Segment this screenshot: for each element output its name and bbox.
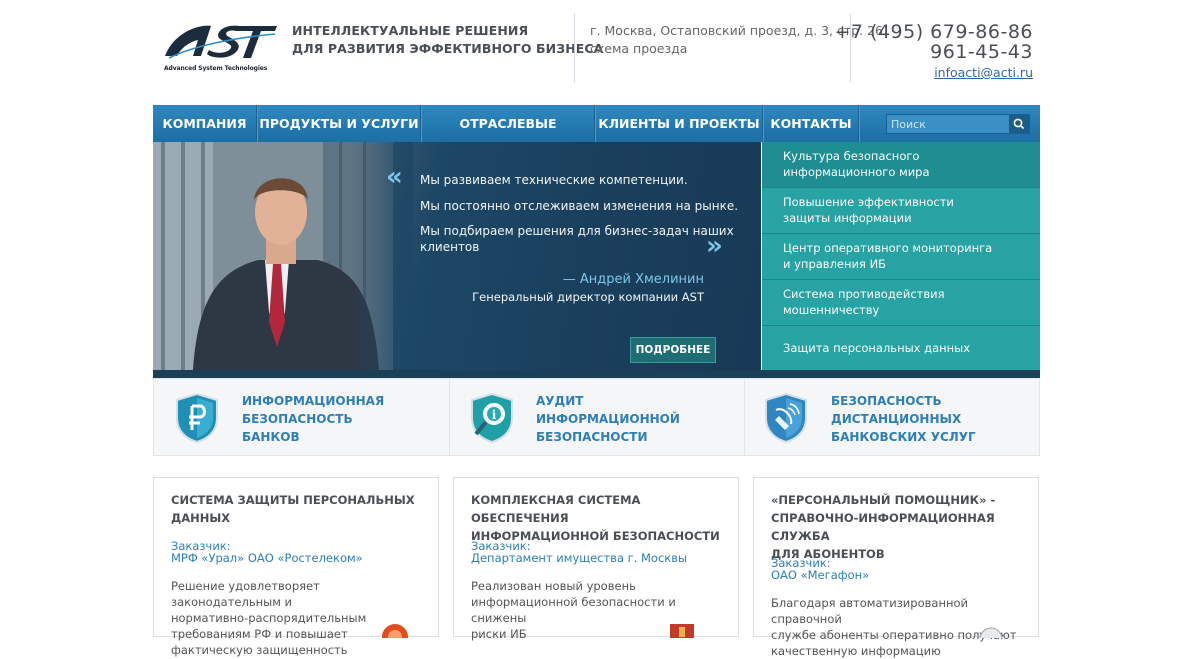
satellite-shield-icon xyxy=(765,392,807,444)
nav-item-clients[interactable]: КЛИЕНТЫ И ПРОЕКТЫ xyxy=(596,105,762,142)
quote-line: Мы развиваем технические компетенции. xyxy=(420,173,688,187)
more-button[interactable]: ПОДРОБНЕЕ xyxy=(630,337,716,363)
banner-bottom-bar xyxy=(153,370,1040,378)
project-title-line: «ПЕРСОНАЛЬНЫЙ ПОМОЩНИК» - xyxy=(771,493,996,507)
search-button[interactable] xyxy=(1009,115,1029,133)
ruble-shield-icon xyxy=(176,392,218,444)
project-title-line: КОМПЛЕКСНАЯ СИСТЕМА ОБЕСПЕЧЕНИЯ xyxy=(471,493,641,525)
email-link[interactable]: infoacti@acti.ru xyxy=(934,65,1033,80)
banner-fade xyxy=(353,142,413,370)
project-card[interactable]: СИСТЕМА ЗАЩИТЫ ПЕРСОНАЛЬНЫХ ДАННЫХ Заказ… xyxy=(153,477,439,657)
solution-label-line: Защита персональных данных xyxy=(783,341,971,355)
nav-item-industries[interactable]: ОТРАСЛЕВЫЕ РЕШЕНИЯ xyxy=(422,105,594,168)
feature-title: АУДИТ ИНФОРМАЦИОННОЙ БЕЗОПАСНОСТИ xyxy=(536,392,680,446)
hero-banner: « Мы развиваем технические компетенции. … xyxy=(153,142,761,370)
description-line: качественную информацию xyxy=(771,644,941,658)
solution-label-line: защиты информации xyxy=(783,211,912,225)
feature-title: ИНФОРМАЦИОННАЯ БЕЗОПАСНОСТЬ БАНКОВ xyxy=(242,392,384,446)
tagline-line-1: ИНТЕЛЛЕКТУАЛЬНЫЕ РЕШЕНИЯ xyxy=(292,23,529,38)
main-nav: КОМПАНИЯ ПРОДУКТЫ И УСЛУГИ ОТРАСЛЕВЫЕ РЕ… xyxy=(153,105,1040,168)
phone-secondary: 961-45-43 xyxy=(930,41,1033,63)
header-divider xyxy=(574,14,575,82)
feature-bank-security[interactable]: ИНФОРМАЦИОННАЯ БЕЗОПАСНОСТЬ БАНКОВ xyxy=(154,379,449,456)
quote-line: Мы постоянно отслеживаем изменения на ры… xyxy=(420,199,739,213)
nav-item-company[interactable]: КОМПАНИЯ xyxy=(153,105,256,142)
feature-title: БЕЗОПАСНОСТЬ ДИСТАНЦИОННЫХ БАНКОВСКИХ УС… xyxy=(831,392,976,446)
quote-close-icon: » xyxy=(706,231,723,261)
project-title: «ПЕРСОНАЛЬНЫЙ ПОМОЩНИК» - СПРАВОЧНО-ИНФО… xyxy=(771,491,1031,563)
solution-item[interactable]: Центр оперативного мониторинга и управле… xyxy=(762,234,1040,280)
feature-strip: ИНФОРМАЦИОННАЯ БЕЗОПАСНОСТЬ БАНКОВ i АУД… xyxy=(153,378,1040,456)
project-card[interactable]: КОМПЛЕКСНАЯ СИСТЕМА ОБЕСПЕЧЕНИЯ ИНФОРМАЦ… xyxy=(453,477,739,641)
project-card[interactable]: «ПЕРСОНАЛЬНЫЙ ПОМОЩНИК» - СПРАВОЧНО-ИНФО… xyxy=(753,477,1039,658)
solution-label-line: информационного мира xyxy=(783,165,930,179)
solution-label-line: Центр оперативного мониторинга xyxy=(783,241,993,255)
client-logo-icon xyxy=(670,624,694,638)
quote-line: клиентов xyxy=(420,240,480,254)
project-title-line: СИСТЕМА ЗАЩИТЫ ПЕРСОНАЛЬНЫХ xyxy=(171,493,415,507)
nav-item-products[interactable]: ПРОДУКТЫ И УСЛУГИ xyxy=(258,105,420,142)
tagline-line-2: ДЛЯ РАЗВИТИЯ ЭФФЕКТИВНОГО БИЗНЕСА xyxy=(292,41,604,56)
feature-title-line: ИНФОРМАЦИОННАЯ xyxy=(242,394,385,408)
description-line: Реализован новый уровень xyxy=(471,579,636,593)
nav-divider xyxy=(858,105,860,142)
project-title: СИСТЕМА ЗАЩИТЫ ПЕРСОНАЛЬНЫХ ДАННЫХ xyxy=(171,491,431,527)
feature-remote-banking[interactable]: БЕЗОПАСНОСТЬ ДИСТАНЦИОННЫХ БАНКОВСКИХ УС… xyxy=(745,379,1039,456)
solution-label-line: Повышение эффективности xyxy=(783,195,954,209)
project-description: Решение удовлетворяет законодательным и … xyxy=(171,578,433,658)
ast-logo-mark xyxy=(165,25,277,59)
solution-label-line: Система противодействия xyxy=(783,287,945,301)
customer-name: МРФ «Урал» ОАО «Ростелеком» xyxy=(171,551,363,565)
search-input[interactable] xyxy=(887,115,1009,133)
customer-name: Департамент имущества г. Москвы xyxy=(471,551,688,565)
description-line: Решение удовлетворяет законодательным и xyxy=(171,579,320,609)
feature-security-audit[interactable]: i АУДИТ ИНФОРМАЦИОННОЙ БЕЗОПАСНОСТИ xyxy=(450,379,744,456)
solutions-menu: Культура безопасного информационного мир… xyxy=(762,142,1040,370)
solution-item[interactable]: Защита персональных данных xyxy=(762,326,1040,370)
client-logo-icon xyxy=(382,624,408,638)
solution-label-line: и управления ИБ xyxy=(783,257,887,271)
description-line: фактическую защищенность xyxy=(171,643,348,657)
search-icon xyxy=(1013,118,1025,130)
project-title-line: СПРАВОЧНО-ИНФОРМАЦИОННАЯ СЛУЖБА xyxy=(771,511,995,543)
project-title-line: ДАННЫХ xyxy=(171,511,231,525)
tagline: ИНТЕЛЛЕКТУАЛЬНЫЕ РЕШЕНИЯ ДЛЯ РАЗВИТИЯ ЭФ… xyxy=(292,22,603,58)
phone-primary: +7 (495) 679-86-86 xyxy=(834,21,1033,43)
solution-item[interactable]: Культура безопасного информационного мир… xyxy=(762,142,1040,188)
nav-item-contacts[interactable]: КОНТАКТЫ xyxy=(764,105,858,142)
solution-item[interactable]: Повышение эффективности защиты информаци… xyxy=(762,188,1040,234)
quote-author-role: Генеральный директор компании AST xyxy=(472,290,704,304)
logo-subtitle: Advanced System Technologies xyxy=(164,65,268,72)
search-box xyxy=(886,114,1030,134)
project-title: КОМПЛЕКСНАЯ СИСТЕМА ОБЕСПЕЧЕНИЯ ИНФОРМАЦ… xyxy=(471,491,731,545)
solution-label-line: мошенничеству xyxy=(783,303,880,317)
feature-title-line: ИНФОРМАЦИОННОЙ xyxy=(536,412,680,426)
customer-name: ОАО «Мегафон» xyxy=(771,568,870,582)
solution-label-line: Культура безопасного xyxy=(783,149,920,163)
solution-item[interactable]: Система противодействия мошенничеству xyxy=(762,280,1040,326)
feature-title-line: БАНКОВ xyxy=(242,430,300,444)
feature-title-line: БЕЗОПАСНОСТИ xyxy=(536,430,648,444)
quote-author: — Андрей Хмелинин xyxy=(562,272,704,287)
feature-title-line: БЕЗОПАСНОСТЬ xyxy=(242,412,353,426)
logo[interactable]: Advanced System Technologies xyxy=(163,20,278,76)
description-line: Благодаря автоматизированной справочной xyxy=(771,596,968,626)
client-logo-icon xyxy=(979,627,1003,638)
magnifier-shield-icon: i xyxy=(471,392,513,444)
quote-line: Мы подбираем решения для бизнес-задач на… xyxy=(420,224,734,238)
svg-text:i: i xyxy=(492,408,497,422)
feature-title-line: ДИСТАНЦИОННЫХ xyxy=(831,412,962,426)
quote-open-icon: « xyxy=(386,162,403,192)
feature-title-line: БАНКОВСКИХ УСЛУГ xyxy=(831,430,976,444)
feature-title-line: БЕЗОПАСНОСТЬ xyxy=(831,394,942,408)
feature-title-line: АУДИТ xyxy=(536,394,584,408)
description-line: информационной безопасности и снижены xyxy=(471,595,676,625)
